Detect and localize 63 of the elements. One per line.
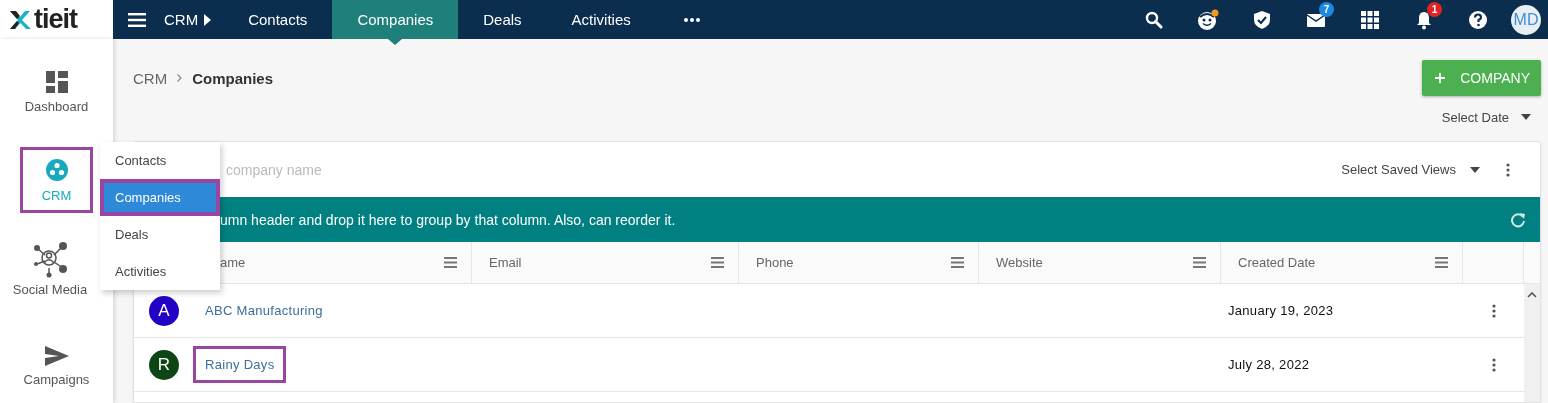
logo-text: tieit bbox=[34, 6, 77, 33]
plus-icon bbox=[1435, 73, 1446, 83]
menu-item[interactable]: Companies bbox=[100, 179, 220, 216]
company-link[interactable]: ABC Manufacturing bbox=[193, 292, 335, 329]
more-vertical-icon[interactable] bbox=[1491, 303, 1496, 318]
send-icon bbox=[44, 345, 69, 366]
caret-right-icon bbox=[204, 13, 212, 26]
menu-item[interactable]: Deals bbox=[100, 216, 220, 253]
bell-icon[interactable] bbox=[1415, 9, 1433, 30]
company-avatar: R bbox=[149, 349, 179, 380]
refresh-icon[interactable] bbox=[1510, 211, 1526, 228]
chevron-right-icon bbox=[177, 74, 183, 82]
page-title: Companies bbox=[192, 69, 274, 87]
module-label[interactable]: CRM bbox=[164, 11, 199, 28]
column-menu-icon[interactable] bbox=[951, 257, 964, 268]
search-icon[interactable] bbox=[1145, 10, 1163, 29]
menu-item[interactable]: Activities bbox=[100, 253, 220, 290]
face-icon[interactable] bbox=[1196, 8, 1220, 31]
date-cell-text: July 28, 2022 bbox=[1227, 357, 1310, 372]
more-vertical-icon[interactable] bbox=[1506, 162, 1510, 177]
breadcrumb-link[interactable]: CRM bbox=[133, 69, 168, 87]
company-avatar: A bbox=[149, 295, 179, 326]
logo-mark-icon bbox=[8, 8, 32, 31]
column-header[interactable]: Email bbox=[489, 255, 522, 270]
menu-item[interactable]: Contacts bbox=[100, 142, 220, 179]
people-circle-icon bbox=[44, 157, 69, 182]
sidebar-item[interactable]: Social Media bbox=[6, 229, 94, 309]
nav-tab[interactable]: Contacts bbox=[223, 0, 333, 39]
help-icon[interactable] bbox=[1468, 9, 1488, 30]
user-avatar[interactable]: MD bbox=[1511, 4, 1541, 35]
group-by-hint: umn header and drop it here to group by that column. Also, can reorder it. bbox=[220, 211, 676, 228]
search-field[interactable]: company name bbox=[226, 161, 526, 178]
date-filter[interactable]: Select Date bbox=[1441, 109, 1509, 125]
column-menu-icon[interactable] bbox=[1193, 257, 1206, 268]
scroll-up-icon[interactable] bbox=[1527, 292, 1537, 298]
menu-icon bbox=[128, 12, 146, 27]
network-person-icon bbox=[33, 241, 67, 278]
nav-tab[interactable]: Activities bbox=[546, 0, 656, 39]
nav-tab[interactable]: Deals bbox=[458, 0, 547, 39]
date-cell-text: January 19, 2023 bbox=[1227, 303, 1334, 318]
column-header[interactable]: Website bbox=[996, 255, 1043, 270]
scrollbar[interactable] bbox=[1524, 284, 1540, 402]
more-vertical-icon[interactable] bbox=[1491, 357, 1496, 372]
company-link[interactable]: Rainy Days bbox=[193, 346, 287, 383]
column-menu-icon[interactable] bbox=[711, 257, 724, 268]
column-menu-icon[interactable] bbox=[1435, 257, 1448, 268]
column-header[interactable]: Phone bbox=[756, 255, 794, 270]
column-menu-icon[interactable] bbox=[444, 257, 457, 268]
more-icon[interactable] bbox=[683, 17, 700, 22]
mail-icon[interactable] bbox=[1306, 11, 1326, 28]
caret-down-icon[interactable] bbox=[1470, 166, 1480, 173]
tab-pointer bbox=[388, 39, 403, 45]
saved-views-dropdown[interactable]: Select Saved Views bbox=[1341, 162, 1456, 177]
count-badge: 1 bbox=[1427, 2, 1442, 17]
dashboard-icon bbox=[45, 70, 68, 93]
count-badge: 7 bbox=[1319, 2, 1334, 17]
sidebar-item[interactable]: Dashboard bbox=[20, 59, 93, 125]
column-header[interactable]: Created Date bbox=[1238, 255, 1316, 270]
caret-down-icon[interactable] bbox=[1521, 114, 1531, 120]
shield-icon[interactable] bbox=[1253, 9, 1271, 30]
apps-grid-icon[interactable] bbox=[1361, 10, 1379, 29]
column-header[interactable]: ame bbox=[220, 255, 246, 270]
sidebar-item[interactable]: Campaigns bbox=[20, 333, 93, 399]
